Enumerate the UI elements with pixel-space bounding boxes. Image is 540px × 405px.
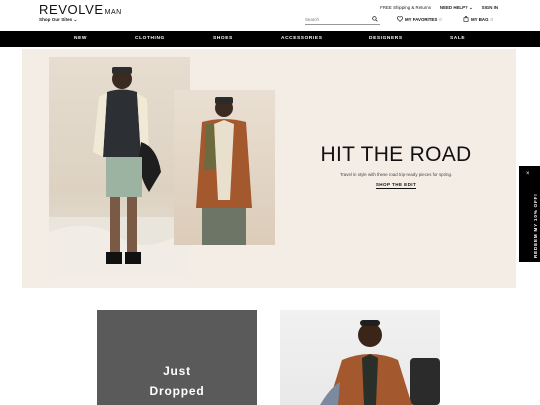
model-illustration: [196, 97, 252, 245]
search-box: [305, 14, 380, 25]
redeem-offer-label-wrap: REDEEM MY 10% OFF!: [533, 121, 538, 258]
hero-model-photo-right[interactable]: [174, 90, 275, 245]
nav-item-accessories[interactable]: ACCESSORIES: [281, 36, 323, 41]
need-help-label: NEED HELP?: [439, 5, 468, 10]
chevron-down-icon: ⌄: [468, 5, 473, 10]
nav-item-designers[interactable]: DESIGNERS: [369, 36, 403, 41]
hero-model-photo-left[interactable]: [49, 57, 190, 278]
nav-item-shoes[interactable]: SHOES: [213, 36, 233, 41]
sign-in-link[interactable]: SIGN IN: [482, 5, 498, 11]
bag-label: MY BAG: [471, 16, 489, 22]
logo-main: REVOLVE: [39, 2, 104, 17]
page: REVOLVEMAN Shop Our Sites ⌄ FREE Shippin…: [0, 0, 540, 405]
shop-the-edit-link[interactable]: SHOP THE EDIT: [356, 182, 436, 189]
just-dropped-line1: Just: [163, 364, 191, 378]
redeem-offer-tab[interactable]: × REDEEM MY 10% OFF!: [519, 166, 540, 262]
model-illustration: [49, 67, 190, 278]
need-help-link[interactable]: NEED HELP? ⌄: [440, 5, 473, 11]
hero-subtitle: Travel in style with these road trip-rea…: [339, 172, 453, 177]
favorites-label: MY FAVORITES: [405, 16, 438, 22]
nav-item-clothing[interactable]: CLOTHING: [135, 36, 165, 41]
site-header: REVOLVEMAN Shop Our Sites ⌄ FREE Shippin…: [0, 0, 540, 31]
main-nav: NEW CLOTHING SHOES ACCESSORIES DESIGNERS…: [0, 31, 540, 47]
shop-our-sites-dropdown[interactable]: Shop Our Sites ⌄: [39, 17, 77, 23]
model-illustration: [320, 320, 440, 405]
bag-icon: [463, 16, 469, 22]
utility-links: FREE Shipping & Returns NEED HELP? ⌄ SIG…: [380, 5, 498, 11]
nav-item-new[interactable]: NEW: [74, 36, 87, 41]
hero-title: HIT THE ROAD: [320, 143, 472, 166]
my-bag-link[interactable]: MY BAG 0: [463, 16, 493, 22]
shop-our-sites-label: Shop Our Sites: [39, 17, 73, 22]
just-dropped-tile[interactable]: Just Dropped: [97, 310, 257, 405]
shop-the-edit-label: SHOP THE EDIT: [375, 182, 417, 189]
search-input[interactable]: [305, 14, 367, 24]
close-icon[interactable]: ×: [526, 171, 530, 177]
logo-sub: MAN: [104, 9, 122, 16]
my-favorites-link[interactable]: MY FAVORITES 0: [397, 16, 442, 22]
just-dropped-line2: Dropped: [149, 384, 205, 398]
favorites-count: 0: [439, 16, 442, 22]
free-shipping-link[interactable]: FREE Shipping & Returns: [380, 5, 431, 11]
site-logo[interactable]: REVOLVEMAN: [39, 2, 122, 17]
heart-icon: [397, 16, 403, 22]
redeem-offer-label: REDEEM MY 10% OFF!: [533, 193, 538, 258]
chevron-down-icon: ⌄: [73, 17, 78, 22]
search-icon[interactable]: [372, 16, 378, 22]
nav-item-sale[interactable]: SALE: [450, 36, 465, 41]
model-photo-tile[interactable]: [280, 310, 440, 405]
bag-count: 0: [490, 16, 493, 22]
